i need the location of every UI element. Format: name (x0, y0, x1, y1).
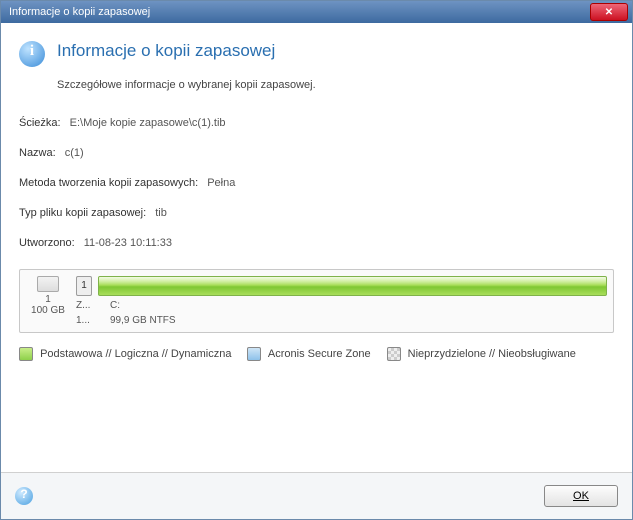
field-name: Nazwa: c(1) (19, 147, 614, 159)
disk-index: 1 (26, 294, 70, 305)
disk-total-size: 100 GB (26, 305, 70, 316)
filetype-value: tib (155, 207, 167, 219)
name-label: Nazwa: (19, 147, 56, 159)
legend-item-primary: Podstawowa // Logiczna // Dynamiczna (19, 347, 231, 361)
field-method: Metoda tworzenia kopii zapasowych: Pełna (19, 177, 614, 189)
field-path: Ścieżka: E:\Moje kopie zapasowe\c(1).tib (19, 117, 614, 129)
disk-layout-block: 1 100 GB 1 Z... C: 1... 99,9 GB NTFS (19, 269, 614, 333)
detail-col1-value: 1... (76, 315, 100, 326)
swatch-unallocated-icon (387, 347, 401, 361)
field-created: Utworzono: 11-08-23 10:11:33 (19, 237, 614, 249)
filetype-label: Typ pliku kopii zapasowej: (19, 207, 146, 219)
detail-col1-label: Z... (76, 300, 100, 311)
partition-bar[interactable] (98, 276, 607, 296)
page-subtitle: Szczegółowe informacje o wybranej kopii … (57, 79, 614, 91)
swatch-asz-icon (247, 347, 261, 361)
disk-summary: 1 100 GB (26, 276, 70, 316)
legend-item-unallocated: Nieprzydzielone // Nieobsługiwane (387, 347, 576, 361)
detail-col2-label: C: (110, 300, 120, 311)
detail-col2-value: 99,9 GB NTFS (110, 315, 176, 326)
info-icon (19, 41, 45, 67)
legend: Podstawowa // Logiczna // Dynamiczna Acr… (19, 347, 614, 361)
window-title: Informacje o kopii zapasowej (9, 6, 590, 18)
created-label: Utworzono: (19, 237, 75, 249)
ok-button[interactable]: OK (544, 485, 618, 507)
content-area: Informacje o kopii zapasowej Szczegółowe… (1, 23, 632, 472)
ok-button-label: OK (573, 490, 589, 502)
footer: OK (1, 472, 632, 519)
disk-icon (37, 276, 59, 292)
partition-index-badge: 1 (76, 276, 92, 296)
partition-details-row2: 1... 99,9 GB NTFS (76, 315, 607, 326)
method-value: Pełna (207, 177, 235, 189)
backup-info-window: Informacje o kopii zapasowej ✕ Informacj… (0, 0, 633, 520)
field-filetype: Typ pliku kopii zapasowej: tib (19, 207, 614, 219)
partition-details: Z... C: (76, 300, 607, 311)
swatch-primary-icon (19, 347, 33, 361)
created-value: 11-08-23 10:11:33 (84, 237, 172, 249)
legend-item-asz: Acronis Secure Zone (247, 347, 370, 361)
close-icon: ✕ (605, 7, 613, 18)
legend-asz-label: Acronis Secure Zone (268, 348, 371, 360)
legend-primary-label: Podstawowa // Logiczna // Dynamiczna (40, 348, 231, 360)
method-label: Metoda tworzenia kopii zapasowych: (19, 177, 198, 189)
titlebar[interactable]: Informacje o kopii zapasowej ✕ (1, 1, 632, 23)
path-label: Ścieżka: (19, 117, 61, 129)
help-icon[interactable] (15, 487, 33, 505)
path-value: E:\Moje kopie zapasowe\c(1).tib (70, 117, 226, 129)
legend-unallocated-label: Nieprzydzielone // Nieobsługiwane (408, 348, 576, 360)
page-title: Informacje o kopii zapasowej (57, 41, 275, 61)
close-button[interactable]: ✕ (590, 3, 628, 21)
name-value: c(1) (65, 147, 84, 159)
